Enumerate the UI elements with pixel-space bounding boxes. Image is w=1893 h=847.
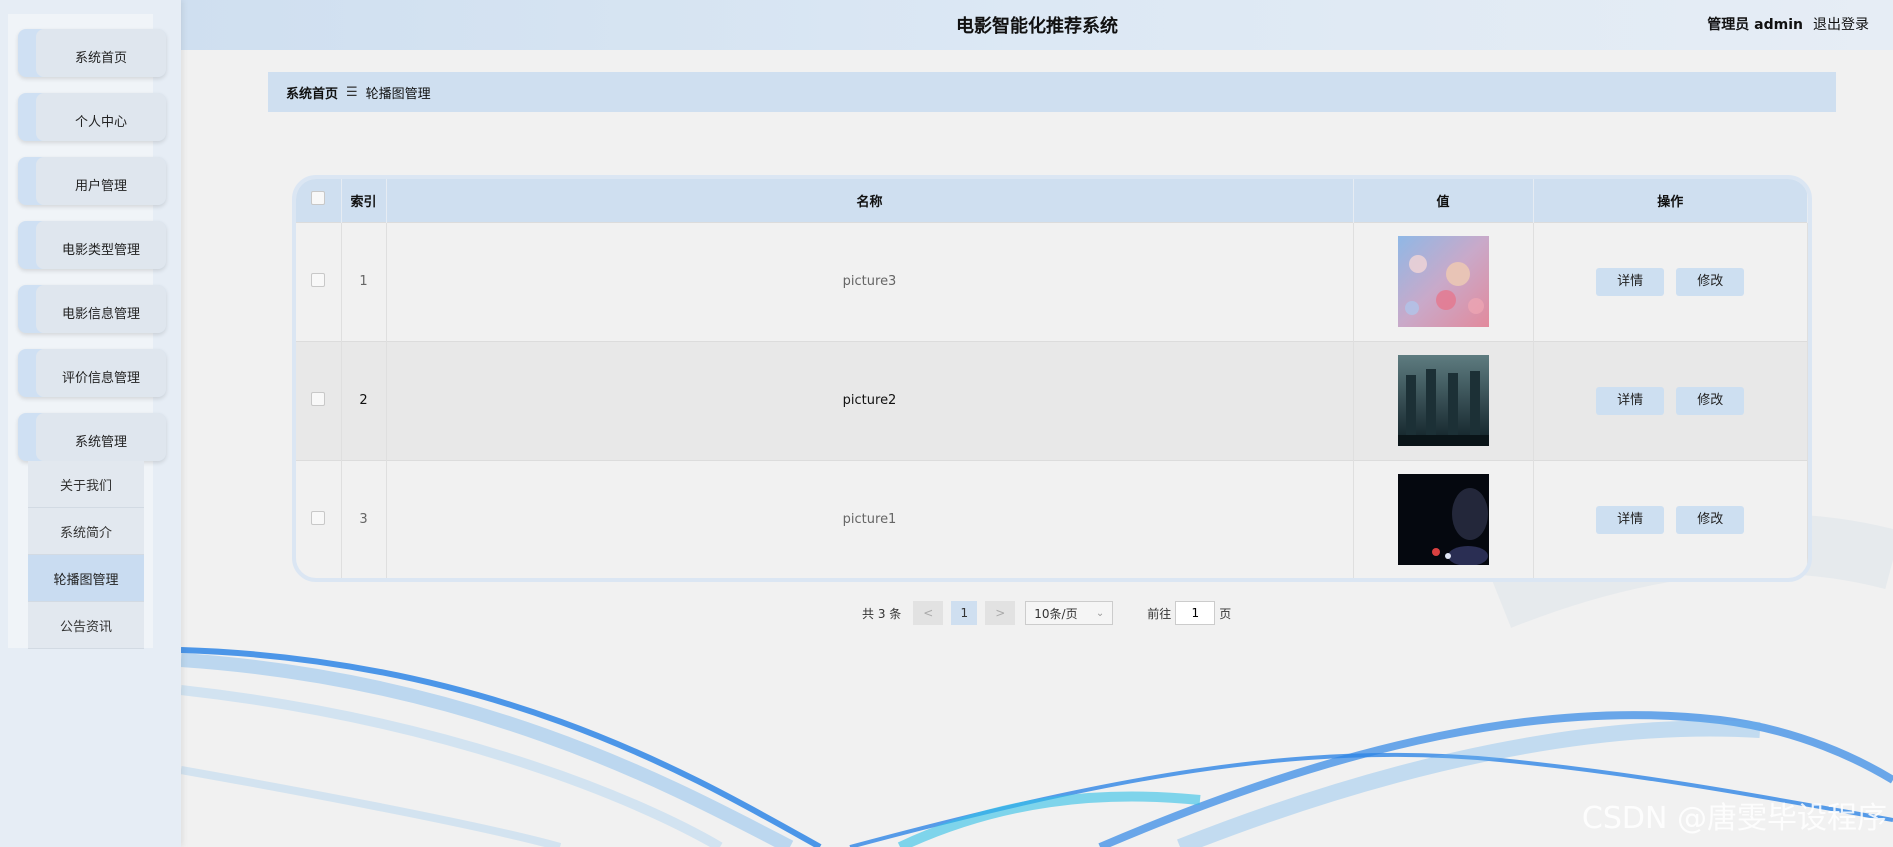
row-index: 3 — [341, 459, 387, 578]
logout-link[interactable]: 退出登录 — [1813, 14, 1893, 34]
page-title: 电影智能化推荐系统 — [956, 16, 1118, 37]
data-table: 索引 名称 值 操作 1 picture3 详情 修改 2 picture2 详… — [292, 175, 1812, 582]
table-header-row: 索引 名称 值 操作 — [296, 179, 1808, 222]
pagination-total: 共 3 条 — [862, 606, 902, 621]
row-checkbox[interactable] — [311, 391, 326, 406]
edit-button[interactable]: 修改 — [1676, 267, 1745, 296]
next-page-button[interactable]: > — [985, 601, 1016, 625]
row-name: picture2 — [386, 340, 1354, 460]
detail-button[interactable]: 详情 — [1596, 267, 1665, 296]
goto-label: 前往 — [1147, 606, 1172, 621]
page-number-button[interactable]: 1 — [951, 601, 978, 625]
thumbnail-image[interactable] — [1397, 355, 1489, 446]
column-header: 操作 — [1533, 179, 1808, 222]
submenu-item-news[interactable]: 公告资讯 — [28, 602, 144, 649]
table-row: 2 picture2 详情 修改 — [296, 340, 1808, 460]
page-size-value: 10条/页 — [1034, 606, 1078, 621]
table-row: 1 picture3 详情 修改 — [296, 221, 1808, 341]
sidebar-item-movie-info[interactable]: 电影信息管理 — [18, 285, 166, 333]
row-checkbox[interactable] — [311, 510, 326, 525]
sidebar-item-label: 系统管理 — [36, 413, 166, 461]
select-all-checkbox[interactable] — [311, 191, 326, 206]
breadcrumb: 系统首页 ☰ 轮播图管理 — [268, 72, 1836, 112]
breadcrumb-current: 轮播图管理 — [365, 86, 431, 102]
goto-page-input[interactable] — [1175, 601, 1216, 625]
select-all-header — [296, 179, 342, 222]
submenu-item-about[interactable]: 关于我们 — [28, 461, 144, 508]
thumbnail-image[interactable] — [1397, 236, 1489, 327]
sidebar-item-label: 系统首页 — [36, 29, 166, 77]
table-row: 3 picture1 详情 修改 — [296, 459, 1808, 578]
column-header: 索引 — [341, 179, 387, 222]
page-size-select[interactable]: 10条/页 ⌄ — [1025, 601, 1114, 625]
row-index: 1 — [341, 221, 387, 341]
row-actions: 详情 修改 — [1533, 459, 1808, 578]
prev-page-button[interactable]: < — [913, 601, 944, 625]
top-header: 电影智能化推荐系统 管理员 admin 退出登录 — [181, 0, 1893, 50]
watermark: CSDN @唐雯毕设程序 — [1581, 801, 1887, 836]
row-checkbox-cell — [296, 459, 342, 578]
row-actions: 详情 修改 — [1533, 221, 1808, 341]
detail-button[interactable]: 详情 — [1596, 386, 1665, 415]
sidebar: 系统首页 个人中心 用户管理 电影类型管理 电影信息管理 评价信息管理 系统管理… — [0, 0, 181, 847]
submenu-item-carousel[interactable]: 轮播图管理 — [28, 555, 144, 602]
sidebar-item-label: 电影信息管理 — [36, 285, 166, 333]
chevron-down-icon: ⌄ — [1095, 607, 1105, 619]
sidebar-item-reviews[interactable]: 评价信息管理 — [18, 349, 166, 397]
row-name: picture3 — [386, 221, 1354, 341]
sidebar-item-label: 电影类型管理 — [36, 221, 166, 269]
sidebar-item-label: 个人中心 — [36, 93, 166, 141]
column-header: 值 — [1353, 179, 1534, 222]
breadcrumb-separator-icon: ☰ — [346, 84, 358, 100]
sidebar-item-label: 评价信息管理 — [36, 349, 166, 397]
detail-button[interactable]: 详情 — [1596, 505, 1665, 534]
edit-button[interactable]: 修改 — [1676, 505, 1745, 534]
row-actions: 详情 修改 — [1533, 340, 1808, 460]
thumbnail-image[interactable] — [1397, 474, 1489, 566]
submenu-item-intro[interactable]: 系统简介 — [28, 508, 144, 555]
column-header: 名称 — [386, 179, 1354, 222]
row-image-cell — [1353, 459, 1534, 578]
row-checkbox[interactable] — [311, 272, 326, 287]
row-checkbox-cell — [296, 221, 342, 341]
sidebar-item-label: 用户管理 — [36, 157, 166, 205]
breadcrumb-home[interactable]: 系统首页 — [286, 83, 338, 102]
edit-button[interactable]: 修改 — [1676, 386, 1745, 415]
pagination: 共 3 条 < 1 > 10条/页 ⌄ 前往 页 — [862, 600, 1231, 626]
row-image-cell — [1353, 221, 1534, 341]
row-name: picture1 — [386, 459, 1354, 578]
sidebar-item-system[interactable]: 系统管理 — [18, 413, 166, 461]
sidebar-item-home[interactable]: 系统首页 — [18, 29, 166, 77]
row-image-cell — [1353, 340, 1534, 460]
row-checkbox-cell — [296, 340, 342, 460]
row-index: 2 — [341, 340, 387, 460]
sidebar-item-users[interactable]: 用户管理 — [18, 157, 166, 205]
sidebar-item-movie-types[interactable]: 电影类型管理 — [18, 221, 166, 269]
goto-suffix: 页 — [1219, 606, 1232, 621]
user-label: 管理员 admin — [1707, 17, 1803, 33]
sidebar-item-profile[interactable]: 个人中心 — [18, 93, 166, 141]
